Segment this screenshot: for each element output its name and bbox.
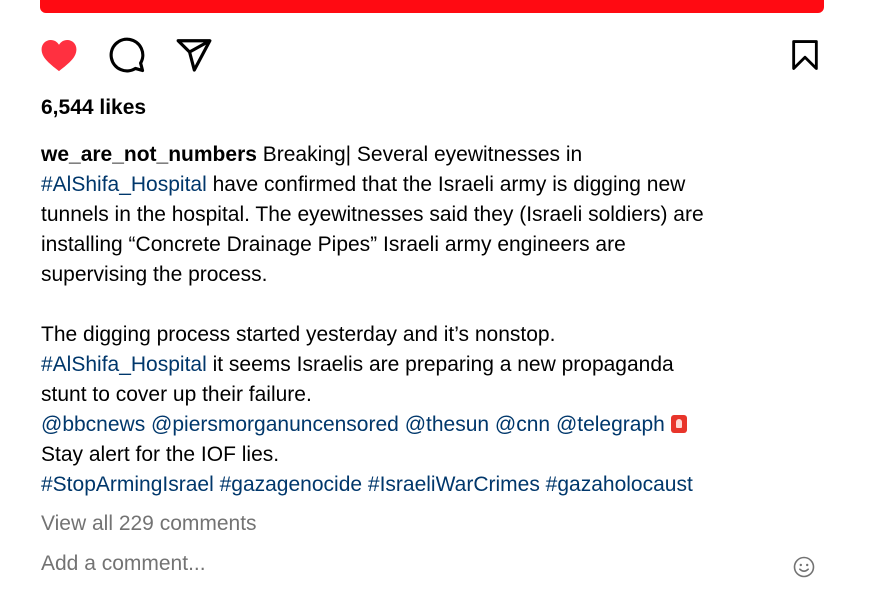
view-all-comments-link[interactable]: View all 229 comments xyxy=(41,512,257,536)
heart-icon xyxy=(41,39,77,72)
mention-link[interactable]: @cnn xyxy=(495,413,550,436)
emoji-button[interactable] xyxy=(792,555,816,579)
mention-link[interactable]: @telegraph xyxy=(556,413,665,436)
hashtag-link[interactable]: #StopArmingIsrael xyxy=(41,473,214,496)
send-icon xyxy=(176,39,212,72)
mention-link[interactable]: @thesun xyxy=(405,413,489,436)
post-media-bottom-edge xyxy=(40,0,824,13)
mention-link[interactable]: @piersmorganuncensored xyxy=(151,413,399,436)
caption-text: Breaking| Several eyewitnesses in xyxy=(262,143,583,166)
save-button[interactable] xyxy=(786,36,824,74)
likes-count[interactable]: 6,544 likes xyxy=(41,96,146,120)
caption-username[interactable]: we_are_not_numbers xyxy=(41,143,257,166)
add-comment-input[interactable]: Add a comment... xyxy=(41,552,206,576)
caption-text xyxy=(665,413,671,436)
smiley-icon xyxy=(793,556,815,578)
like-button[interactable] xyxy=(40,36,78,74)
caption-text: Stay alert for the IOF lies. xyxy=(41,443,280,466)
hashtag-link[interactable]: #gazaholocaust xyxy=(546,473,693,496)
hashtag-link[interactable]: #IsraeliWarCrimes xyxy=(368,473,540,496)
post-action-bar xyxy=(40,36,824,74)
post-caption: we_are_not_numbers Breaking| Several eye… xyxy=(41,140,841,500)
bookmark-icon xyxy=(792,40,818,70)
hashtag-link[interactable]: #gazagenocide xyxy=(220,473,362,496)
comment-icon xyxy=(109,37,145,73)
hashtag-link[interactable]: #AlShifa_Hospital xyxy=(41,353,207,376)
siren-emoji-icon xyxy=(670,415,687,433)
hashtag-link[interactable]: #AlShifa_Hospital xyxy=(41,173,207,196)
share-button[interactable] xyxy=(175,36,213,74)
mention-link[interactable]: @bbcnews xyxy=(41,413,145,436)
comment-button[interactable] xyxy=(108,36,146,74)
caption-text: have confirmed that the Israeli army is … xyxy=(41,173,704,346)
